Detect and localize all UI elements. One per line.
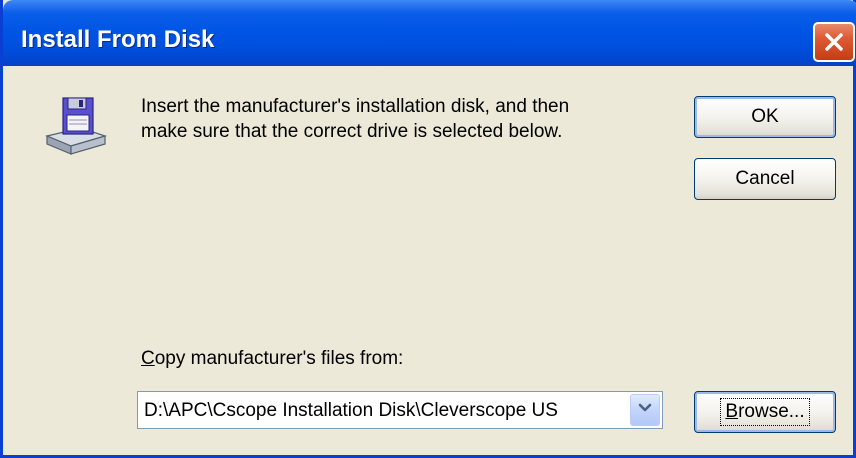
close-button[interactable] <box>813 22 855 62</box>
instruction-text: Insert the manufacturer's installation d… <box>141 94 661 144</box>
cancel-button[interactable]: Cancel <box>694 158 836 200</box>
copy-from-label-accesskey: C <box>141 348 155 369</box>
copy-from-label: Copy manufacturer's files from: <box>141 348 403 370</box>
install-from-disk-dialog: Install From Disk Insert the manufacture… <box>0 0 856 458</box>
browse-button-accesskey: B <box>725 401 739 422</box>
browse-button-text: rowse... <box>738 401 805 422</box>
instruction-line-2: make sure that the correct drive is sele… <box>141 121 563 142</box>
chevron-down-icon <box>637 401 653 419</box>
close-icon <box>823 31 845 53</box>
cancel-button-label: Cancel <box>735 168 795 189</box>
window-title: Install From Disk <box>21 26 215 53</box>
instruction-line-1: Insert the manufacturer's installation d… <box>141 96 570 117</box>
copy-from-path-value[interactable]: D:\APC\Cscope Installation Disk\Cleversc… <box>144 400 624 422</box>
browse-button-label: Browse... <box>720 398 810 426</box>
browse-button[interactable]: Browse... <box>694 391 836 433</box>
dropdown-button[interactable] <box>630 394 660 426</box>
copy-from-label-text: opy manufacturer's files from: <box>154 348 404 369</box>
title-bar[interactable]: Install From Disk <box>3 0 856 66</box>
ok-button-label: OK <box>751 106 779 127</box>
floppy-disk-drive-icon <box>41 92 111 162</box>
ok-button[interactable]: OK <box>694 96 836 138</box>
copy-from-combobox[interactable]: D:\APC\Cscope Installation Disk\Cleversc… <box>137 391 663 429</box>
